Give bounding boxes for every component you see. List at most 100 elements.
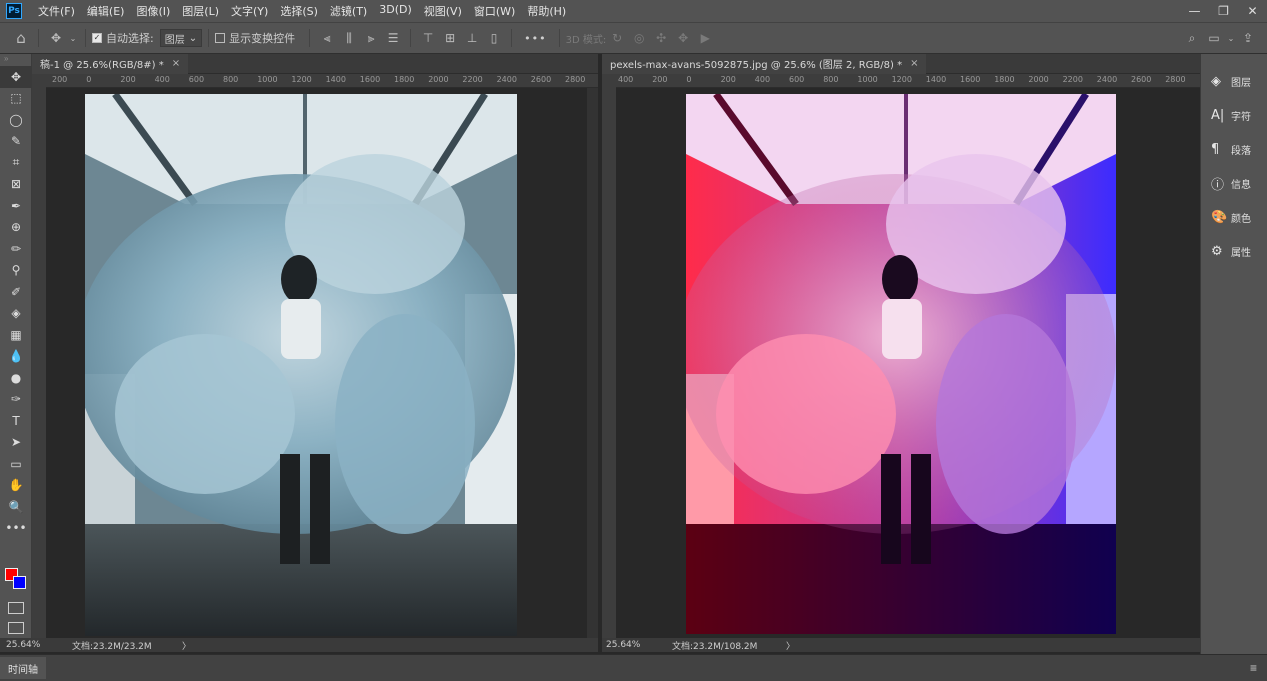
properties-icon: ⚙	[1211, 243, 1223, 259]
ruler-tick-label: 800	[823, 75, 839, 84]
ruler-tick-label: 2000	[428, 75, 449, 84]
panel-collapse-icon[interactable]: »	[0, 54, 31, 66]
align-bottom-icon[interactable]: ⊥	[463, 29, 481, 47]
history-brush-tool-icon[interactable]: ✐	[0, 281, 32, 303]
distribute-vertical-icon[interactable]: ▯	[485, 29, 503, 47]
menu-item[interactable]: 滤镜(T)	[330, 3, 367, 19]
status-menu-arrow[interactable]: 〉	[786, 639, 795, 652]
dodge-tool-icon[interactable]: ●	[0, 367, 32, 389]
menu-item[interactable]: 视图(V)	[424, 3, 462, 19]
dock-item-layers[interactable]: ◈ 图层	[1201, 64, 1267, 98]
align-center-icon[interactable]: ⫼	[340, 29, 358, 47]
lasso-tool-icon[interactable]: ◯	[0, 109, 32, 131]
dock-item-character[interactable]: A| 字符	[1201, 98, 1267, 132]
share-icon[interactable]: ⇪	[1239, 29, 1257, 47]
workspace-icon[interactable]: ▭	[1205, 29, 1223, 47]
minimize-button[interactable]: —	[1180, 0, 1209, 22]
chevron-down-icon[interactable]: ⌄	[1227, 29, 1235, 47]
timeline-tab[interactable]: 时间轴	[0, 657, 46, 679]
dock-item-label: 信息	[1231, 179, 1251, 191]
auto-select-checkbox[interactable]: ✓ 自动选择:	[92, 30, 154, 46]
close-tab-icon[interactable]: ×	[910, 58, 918, 69]
3d-camera-icon[interactable]: ▶	[696, 29, 714, 47]
stamp-tool-icon[interactable]: ⚲	[0, 260, 32, 282]
menu-item[interactable]: 图层(L)	[182, 3, 219, 19]
background-color-swatch[interactable]	[13, 576, 26, 589]
menu-item[interactable]: 文字(Y)	[231, 3, 268, 19]
menu-item[interactable]: 3D(D)	[379, 3, 412, 19]
show-transform-checkbox[interactable]: 显示变换控件	[215, 30, 295, 46]
ruler-tick-label: 200	[120, 75, 136, 84]
align-right-icon[interactable]: ⫸	[362, 29, 380, 47]
menu-item[interactable]: 图像(I)	[136, 3, 170, 19]
menu-item[interactable]: 帮助(H)	[527, 3, 566, 19]
eraser-tool-icon[interactable]: ◈	[0, 303, 32, 325]
pen-tool-icon[interactable]: ✑	[0, 389, 32, 411]
close-tab-icon[interactable]: ×	[172, 58, 180, 69]
ruler-tick-label: 1000	[857, 75, 878, 84]
dock-item-paragraph[interactable]: ¶ 段落	[1201, 132, 1267, 166]
healing-tool-icon[interactable]: ⊕	[0, 217, 32, 239]
type-tool-icon[interactable]: T	[0, 410, 32, 432]
zoom-level[interactable]: 25.64%	[606, 640, 672, 650]
dock-item-label: 字符	[1231, 111, 1251, 123]
eyedropper-tool-icon[interactable]: ✒	[0, 195, 32, 217]
zoom-tool-icon[interactable]: 🔍	[0, 496, 32, 518]
align-middle-icon[interactable]: ⊞	[441, 29, 459, 47]
marquee-tool-icon[interactable]: ⬚	[0, 88, 32, 110]
blur-tool-icon[interactable]: 💧	[0, 346, 32, 368]
tools-panel: » ✥ ⬚ ◯ ✎ ⌗ ⊠ ✒ ⊕ ✏ ⚲ ✐ ◈ ▦ 💧 ● ✑ T ➤ ▭ ✋ 🔍 •••	[0, 54, 32, 640]
ruler-tick-label: 1600	[960, 75, 981, 84]
move-tool-icon[interactable]: ✥	[47, 29, 65, 47]
dock-item-label: 图层	[1231, 77, 1251, 89]
menu-item[interactable]: 选择(S)	[280, 3, 318, 19]
document-tab-left[interactable]: 稿-1 @ 25.6%(RGB/8#) * ×	[32, 53, 189, 74]
rectangle-tool-icon[interactable]: ▭	[0, 453, 32, 475]
status-menu-arrow[interactable]: 〉	[182, 639, 191, 652]
menu-item[interactable]: 编辑(E)	[87, 3, 125, 19]
3d-pan-icon[interactable]: ✣	[652, 29, 670, 47]
vertical-scrollbar[interactable]	[587, 88, 598, 640]
align-left-icon[interactable]: ⫷	[318, 29, 336, 47]
dock-item-color[interactable]: 🎨 颜色	[1201, 200, 1267, 234]
show-transform-label: 显示变换控件	[229, 32, 296, 45]
more-options-button[interactable]: •••	[524, 32, 546, 45]
brush-tool-icon[interactable]: ✏	[0, 238, 32, 260]
3d-roll-icon[interactable]: ◎	[630, 29, 648, 47]
restore-button[interactable]: ❐	[1209, 0, 1238, 22]
3d-slide-icon[interactable]: ✥	[674, 29, 692, 47]
panel-menu-icon[interactable]: ≡	[1250, 661, 1257, 675]
more-tool-icon[interactable]: •••	[0, 518, 32, 540]
canvas-area[interactable]	[46, 88, 587, 640]
screen-mode-icon[interactable]	[8, 622, 24, 634]
gradient-tool-icon[interactable]: ▦	[0, 324, 32, 346]
ruler-tick-label: 1600	[359, 75, 381, 84]
zoom-level[interactable]: 25.64%	[6, 640, 72, 650]
align-top-icon[interactable]: ⊤	[419, 29, 437, 47]
ruler-tick-label: 2600	[530, 75, 552, 84]
home-icon[interactable]: ⌂	[12, 29, 30, 47]
menu-items: 文件(F) 编辑(E) 图像(I) 图层(L) 文字(Y) 选择(S) 滤镜(T) 3D(D)…	[38, 3, 578, 19]
canvas-area[interactable]	[616, 88, 1186, 640]
distribute-icon[interactable]: ☰	[384, 29, 402, 47]
ruler-tick-label: 1400	[925, 75, 947, 84]
auto-select-dropdown[interactable]: 图层 ⌄	[159, 29, 203, 47]
path-select-tool-icon[interactable]: ➤	[0, 432, 32, 454]
move-tool-icon[interactable]: ✥	[0, 66, 32, 88]
3d-orbit-icon[interactable]: ↻	[608, 29, 626, 47]
crop-tool-icon[interactable]: ⌗	[0, 152, 32, 174]
chevron-down-icon[interactable]: ⌄	[69, 29, 77, 47]
document-tab-right[interactable]: pexels-max-avans-5092875.jpg @ 25.6% (图层…	[602, 53, 927, 74]
menu-item[interactable]: 文件(F)	[38, 3, 75, 19]
hand-tool-icon[interactable]: ✋	[0, 475, 32, 497]
frame-tool-icon[interactable]: ⊠	[0, 174, 32, 196]
chevron-down-icon: ⌄	[188, 32, 198, 44]
search-icon[interactable]: ⌕	[1183, 29, 1201, 47]
quick-mask-icon[interactable]	[8, 602, 24, 614]
quick-select-tool-icon[interactable]: ✎	[0, 131, 32, 153]
menu-item[interactable]: 窗口(W)	[474, 3, 515, 19]
photo-red-blue-smoke	[686, 94, 1116, 634]
dock-item-properties[interactable]: ⚙ 属性	[1201, 234, 1267, 268]
close-window-button[interactable]: ✕	[1238, 0, 1267, 22]
dock-item-info[interactable]: ⓘ 信息	[1201, 166, 1267, 200]
